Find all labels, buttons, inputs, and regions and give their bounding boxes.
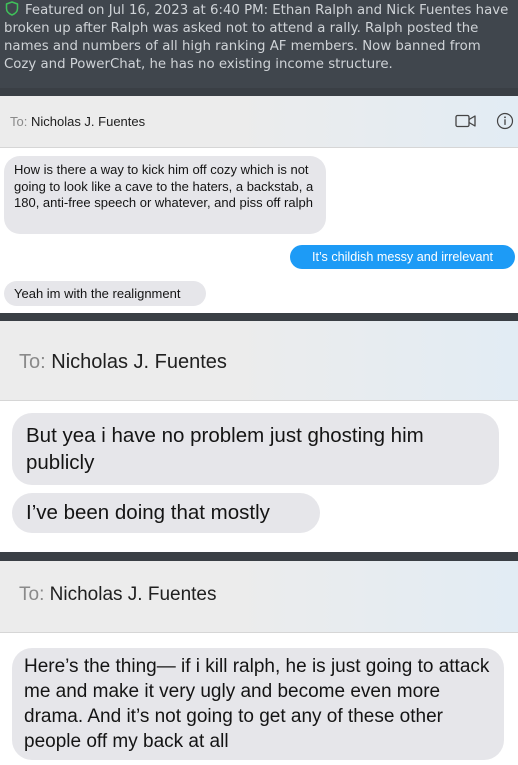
recipient-line: To: Nicholas J. Fuentes (19, 584, 217, 606)
conversation-header: To: Nicholas J. Fuentes (0, 321, 518, 401)
to-label: To: (19, 351, 46, 373)
recipient-name: Nicholas J. Fuentes (30, 114, 146, 129)
banner-text: Featured on Jul 16, 2023 at 6:40 PM: Eth… (4, 3, 509, 72)
to-label: To: (19, 584, 45, 605)
recipient-name: Nicholas J. Fuentes (49, 584, 217, 605)
featured-banner: Featured on Jul 16, 2023 at 6:40 PM: Eth… (0, 0, 518, 88)
message-bubble-received: How is there a way to kick him off cozy … (4, 156, 326, 234)
to-label: To: (10, 114, 28, 129)
conversation-header: To: Nicholas J. Fuentes (0, 561, 518, 633)
conversation-header: To: Nicholas J. Fuentes (0, 96, 518, 148)
recipient-line: To: Nicholas J. Fuentes (10, 114, 145, 129)
shield-icon (5, 1, 19, 16)
message-bubble-received: Yeah im with the realignment (4, 281, 206, 306)
message-bubble-received: Here’s the thing— if i kill ralph, he is… (12, 648, 504, 760)
video-call-icon[interactable] (455, 113, 477, 134)
info-icon[interactable] (496, 112, 514, 135)
message-bubble-sent: It’s childish messy and irrelevant (290, 245, 515, 269)
recipient-line: To: Nicholas J. Fuentes (19, 351, 227, 374)
message-bubble-received: I’ve been doing that mostly (12, 493, 320, 533)
recipient-name: Nicholas J. Fuentes (51, 351, 227, 373)
message-bubble-received: But yea i have no problem just ghosting … (12, 413, 499, 485)
